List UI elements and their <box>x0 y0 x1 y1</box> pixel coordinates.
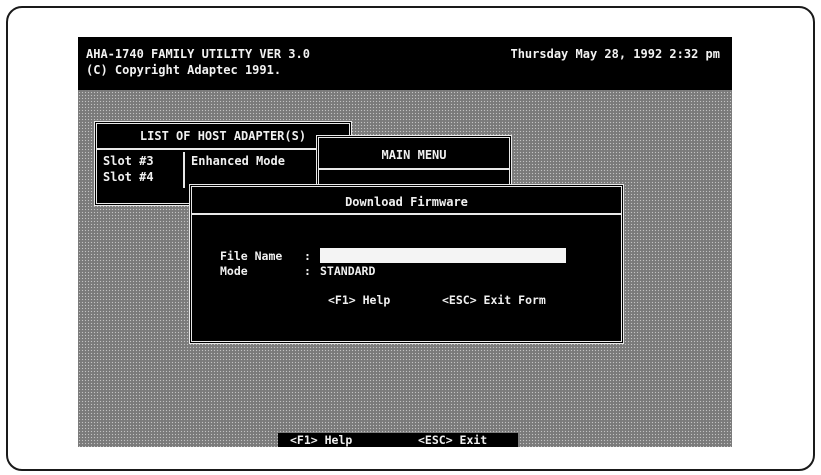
slot-4-item[interactable]: Slot #4 <box>103 170 154 184</box>
dos-screen: AHA-1740 FAMILY UTILITY VER 3.0 (C) Copy… <box>78 37 732 447</box>
title-bar: AHA-1740 FAMILY UTILITY VER 3.0 (C) Copy… <box>78 37 732 90</box>
mode-value[interactable]: STANDARD <box>320 264 375 278</box>
download-firmware-dialog: Download Firmware File Name : Mode : STA… <box>189 184 624 344</box>
column-divider <box>183 152 185 188</box>
adapter-mode-text: Enhanced Mode <box>191 154 285 168</box>
status-bar: <F1> Help <ESC> Exit <box>78 433 732 447</box>
slot-3-item[interactable]: Slot #3 <box>103 154 154 168</box>
app-title: AHA-1740 FAMILY UTILITY VER 3.0 <box>86 47 310 61</box>
date-time: Thursday May 28, 1992 2:32 pm <box>510 47 720 61</box>
form-help-hint[interactable]: <F1> Help <box>328 293 390 307</box>
mode-label: Mode <box>220 264 248 278</box>
footer-exit-hint[interactable]: <ESC> Exit <box>414 433 492 447</box>
mode-colon: : <box>304 264 311 278</box>
host-adapter-list-title: LIST OF HOST ADAPTER(S) <box>97 124 349 150</box>
main-menu-title: MAIN MENU <box>319 142 509 170</box>
form-exit-hint[interactable]: <ESC> Exit Form <box>442 293 546 307</box>
footer-help-hint[interactable]: <F1> Help <box>286 433 357 447</box>
copyright-text: (C) Copyright Adaptec 1991. <box>86 63 282 77</box>
file-name-label: File Name <box>220 249 283 263</box>
download-firmware-title: Download Firmware <box>192 191 621 215</box>
file-name-input[interactable] <box>320 248 566 263</box>
file-name-colon: : <box>304 249 311 263</box>
